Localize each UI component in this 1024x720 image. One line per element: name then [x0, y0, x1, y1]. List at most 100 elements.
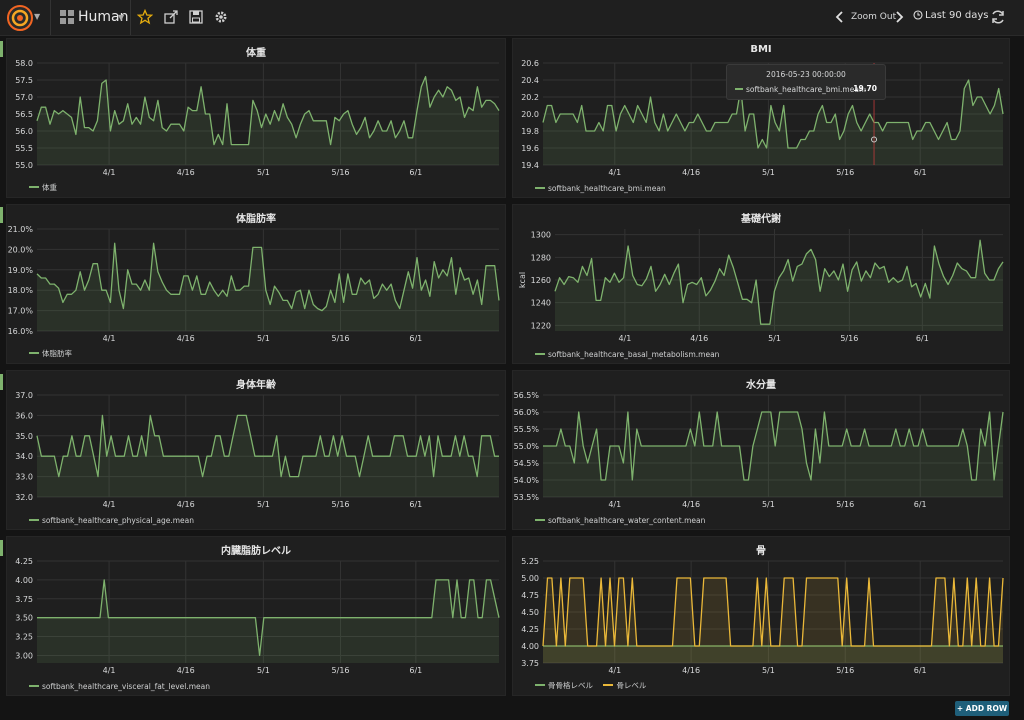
legend-item[interactable]: softbank_healthcare_basal_metabolism.mea… — [535, 350, 719, 359]
x-tick-label: 5/16 — [332, 666, 350, 675]
series-area — [543, 578, 1003, 663]
y-tick-label: 5.25 — [521, 557, 539, 566]
y-tick-label: 56.0% — [514, 408, 540, 417]
panel-basal-metabolism[interactable]: 基礎代謝 1220 1240 1260 1280 1300 kcal 4/1 4/16 5/1 5… — [512, 204, 1010, 364]
panel-weight[interactable]: 体重 55.0 55.5 56.0 56.5 57.0 57.5 58.0 4/1 4/16 5/… — [6, 38, 506, 198]
share-icon[interactable] — [163, 9, 179, 25]
time-range-picker[interactable]: Last 90 days — [913, 10, 989, 21]
x-tick-label: 5/1 — [762, 168, 775, 177]
x-tick-label: 4/16 — [682, 168, 700, 177]
y-tick-label: 56.5 — [15, 110, 33, 119]
y-tick-label: 33.0 — [15, 473, 33, 482]
x-tick-label: 4/16 — [177, 666, 195, 675]
panel-body-fat[interactable]: 体脂肪率 16.0% 17.0% 18.0% 19.0% 20.0% 21.0% 4/1 4/… — [6, 204, 506, 364]
y-tick-label: 5.00 — [521, 574, 539, 583]
row-collapse-handle[interactable] — [0, 207, 3, 223]
row-collapse-handle[interactable] — [0, 374, 3, 390]
line-chart-bmi: 19.4 19.6 19.8 20.0 20.2 20.4 20.6 4/1 4/16 5/1 5/… — [521, 59, 1004, 177]
y-tick-label: 20.0 — [521, 110, 539, 119]
chevron-right-icon[interactable] — [893, 9, 905, 25]
y-tick-label: 57.0 — [15, 93, 33, 102]
x-tick-label: 6/1 — [914, 500, 927, 509]
x-tick-label: 5/16 — [332, 500, 350, 509]
row-collapse-handle[interactable] — [0, 41, 3, 57]
panel-bmi[interactable]: BMI 19.4 19.6 19.8 20.0 20.2 20.4 20.6 4/1 4/16 5… — [512, 38, 1010, 198]
y-tick-label: 55.0 — [15, 161, 33, 170]
star-icon[interactable] — [137, 9, 153, 25]
y-tick-label: 4.00 — [521, 642, 539, 651]
x-tick-label: 6/1 — [914, 168, 927, 177]
x-tick-label: 5/1 — [762, 500, 775, 509]
x-tick-label: 4/1 — [608, 168, 621, 177]
line-chart-physical-age: 32.0 33.0 34.0 35.0 36.0 37.0 4/1 4/16 5/1 5/16 6/… — [15, 391, 499, 509]
legend-label: 体脂肪率 — [42, 349, 72, 358]
grafana-logo-icon[interactable] — [6, 4, 34, 32]
legend-item[interactable]: 骨骨格レベル — [535, 681, 593, 690]
y-tick-label: 19.4 — [521, 161, 539, 170]
line-chart-water-content: 53.5% 54.0% 54.5% 55.0% 55.5% 56.0% 56.5% 4/1 4/… — [514, 391, 1004, 509]
legend: 体脂肪率 — [29, 348, 80, 359]
y-tick-label: 4.25 — [521, 625, 539, 634]
y-tick-label: 37.0 — [15, 391, 33, 400]
legend: softbank_healthcare_bmi.mean — [535, 184, 674, 193]
legend-label: softbank_healthcare_visceral_fat_level.m… — [42, 682, 210, 691]
x-tick-label: 4/1 — [618, 334, 631, 343]
panel-bone[interactable]: 骨 3.75 4.00 4.25 4.50 4.75 5.00 5.25 4/1 4/16 5/1… — [512, 536, 1010, 696]
panel-visceral-fat[interactable]: 内臓脂肪レベル 3.00 3.25 3.50 3.75 4.00 4.25 4/1 4/16 5… — [6, 536, 506, 696]
y-tick-label: 4.25 — [15, 557, 33, 566]
legend: softbank_healthcare_water_content.mean — [535, 516, 713, 525]
y-tick-label: 19.0% — [8, 266, 34, 275]
legend: softbank_healthcare_visceral_fat_level.m… — [29, 682, 218, 691]
save-icon[interactable] — [188, 9, 204, 25]
x-tick-label: 5/1 — [768, 334, 781, 343]
logo-caret-icon[interactable]: ▼ — [34, 12, 40, 21]
legend: softbank_healthcare_physical_age.mean — [29, 516, 202, 525]
tooltip-series-label: softbank_healthcare_bmi.mean: — [746, 85, 867, 94]
x-tick-label: 5/1 — [257, 168, 270, 177]
x-tick-label: 5/16 — [840, 334, 858, 343]
legend-item[interactable]: softbank_healthcare_visceral_fat_level.m… — [29, 682, 210, 691]
y-tick-label: 53.5% — [514, 493, 540, 502]
gear-icon[interactable] — [213, 9, 229, 25]
zoom-out-button[interactable]: Zoom Out — [851, 12, 896, 22]
chevron-left-icon[interactable] — [834, 9, 846, 25]
y-tick-label: 56.0 — [15, 127, 33, 136]
legend-item[interactable]: 体重 — [29, 183, 57, 192]
line-chart-basal-metabolism: 1220 1240 1260 1280 1300 kcal 4/1 4/16 5/1 5/16 6/… — [518, 229, 1004, 343]
x-tick-label: 6/1 — [914, 666, 927, 675]
legend-item[interactable]: softbank_healthcare_physical_age.mean — [29, 516, 194, 525]
add-row-button[interactable]: + ADD ROW — [955, 701, 1009, 716]
line-chart-bone: 3.75 4.00 4.25 4.50 4.75 5.00 5.25 4/1 4/16 5/1 5/… — [521, 557, 1004, 675]
y-tick-label: 55.0% — [514, 442, 540, 451]
clock-icon — [913, 10, 923, 20]
legend-label: softbank_healthcare_bmi.mean — [548, 184, 666, 193]
y-tick-label: 20.4 — [521, 76, 539, 85]
y-tick-label: 16.0% — [8, 327, 34, 336]
x-tick-label: 5/1 — [257, 500, 270, 509]
y-tick-label: 1260 — [531, 276, 551, 285]
dashboard-grid-icon[interactable] — [60, 10, 74, 24]
row-collapse-handle[interactable] — [0, 540, 3, 556]
legend-item[interactable]: softbank_healthcare_bmi.mean — [535, 184, 666, 193]
y-tick-label: 4.50 — [521, 608, 539, 617]
x-tick-label: 4/1 — [103, 500, 116, 509]
legend-item[interactable]: 体脂肪率 — [29, 349, 72, 358]
x-tick-label: 4/1 — [608, 500, 621, 509]
legend-item[interactable]: 骨レベル — [603, 681, 646, 690]
y-tick-label: 20.2 — [521, 93, 539, 102]
y-tick-label: 19.6 — [521, 144, 539, 153]
y-tick-label: 35.0 — [15, 432, 33, 441]
y-tick-label: 1280 — [531, 253, 551, 262]
legend-item[interactable]: softbank_healthcare_water_content.mean — [535, 516, 705, 525]
y-tick-label: 3.00 — [15, 651, 33, 660]
legend: softbank_healthcare_basal_metabolism.mea… — [535, 350, 727, 359]
y-tick-label: 19.8 — [521, 127, 539, 136]
y-tick-label: 17.0% — [8, 307, 34, 316]
legend-label: 体重 — [42, 183, 57, 192]
dashboard-caret-icon[interactable]: ▼ — [118, 13, 124, 22]
line-chart-visceral-fat: 3.00 3.25 3.50 3.75 4.00 4.25 4/1 4/16 5/1 5/16 6/… — [15, 557, 500, 675]
panel-water-content[interactable]: 水分量 53.5% 54.0% 54.5% 55.0% 55.5% 56.0% 56.5% 4… — [512, 370, 1010, 530]
y-tick-label: 55.5% — [514, 425, 540, 434]
panel-physical-age[interactable]: 身体年齢 32.0 33.0 34.0 35.0 36.0 37.0 4/1 4/16 5/1 5… — [6, 370, 506, 530]
refresh-icon[interactable] — [990, 9, 1006, 25]
